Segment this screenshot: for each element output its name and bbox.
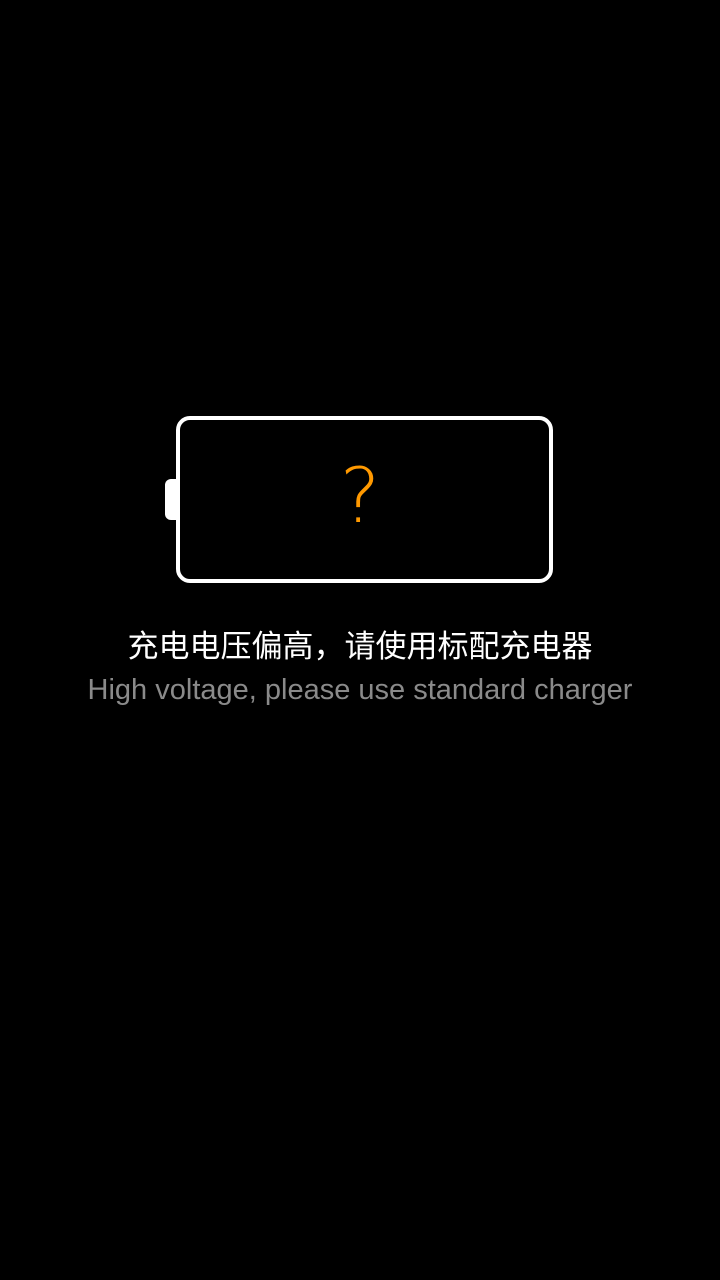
question-mark-icon: ? xyxy=(339,451,381,540)
charging-warning-screen: ? 充电电压偏高，请使用标配充电器 High voltage, please u… xyxy=(0,0,720,1280)
warning-message-english: High voltage, please use standard charge… xyxy=(87,674,633,706)
warning-message-chinese: 充电电压偏高，请使用标配充电器 xyxy=(127,629,593,665)
